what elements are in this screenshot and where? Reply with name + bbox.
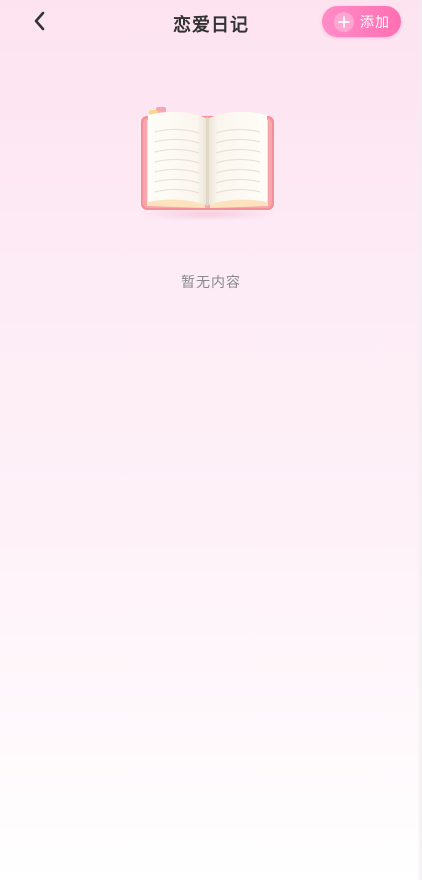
empty-message: 暂无内容 — [181, 275, 241, 291]
diary-screen: 恋爱日记 添加 暂无内容 — [0, 0, 422, 880]
add-button[interactable]: 添加 — [322, 6, 401, 37]
add-button-label: 添加 — [360, 14, 390, 31]
plus-icon — [334, 11, 354, 32]
scrollbar-track — [417, 0, 422, 880]
open-book-icon — [135, 104, 280, 222]
navigation-bar: 恋爱日记 添加 — [0, 0, 422, 44]
